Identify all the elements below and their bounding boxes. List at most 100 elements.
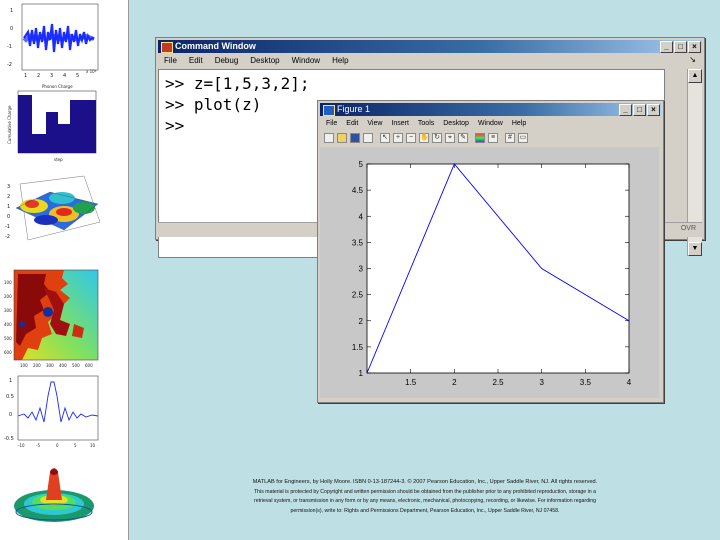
scroll-up-icon[interactable]: ▲ xyxy=(688,69,702,83)
x-tick-label: 3.5 xyxy=(580,378,592,387)
plot-axes-box xyxy=(366,163,630,374)
histogram-y-label: Cumulative Charge xyxy=(7,105,12,144)
fractal-y-tick: 100 xyxy=(4,280,12,285)
surface-z-tick: 2 xyxy=(7,194,10,200)
menu-desktop[interactable]: Desktop xyxy=(250,54,279,67)
menu-edit[interactable]: Edit xyxy=(189,54,203,67)
figure-window-title: Figure 1 xyxy=(337,104,371,114)
maximize-button[interactable]: □ xyxy=(633,104,646,116)
close-button[interactable]: × xyxy=(647,104,660,116)
command-window-titlebar[interactable]: Command Window _ □ × xyxy=(158,40,702,53)
open-icon[interactable] xyxy=(337,132,347,143)
sinc-y-tick: -0.5 xyxy=(4,436,14,442)
pan-icon[interactable]: ✋ xyxy=(419,132,429,143)
fractal-y-tick: 300 xyxy=(4,308,12,313)
close-button[interactable]: × xyxy=(688,41,701,53)
histogram-x-label: step xyxy=(54,157,63,162)
y-tick-label: 5 xyxy=(359,160,364,169)
y-tick-label: 1 xyxy=(359,369,364,378)
sinc-y-tick: 1 xyxy=(9,378,12,384)
command-line: >> z=[1,5,3,2]; xyxy=(165,74,310,93)
sinc-x-tick: -5 xyxy=(36,443,40,448)
data-cursor-icon[interactable]: ⌖ xyxy=(445,132,455,143)
figure-toolbar: ↖ + − ✋ ↻ ⌖ ✎ ≡ # ▭ xyxy=(320,130,661,145)
copyright-line: This material is protected by Copyright … xyxy=(254,488,596,495)
fractal-y-tick: 400 xyxy=(4,322,12,327)
waveform-x-tick: 1 xyxy=(24,73,27,79)
x-tick-label: 3 xyxy=(539,378,544,387)
menu-edit[interactable]: Edit xyxy=(346,117,358,130)
undock-icon[interactable]: ↘ xyxy=(689,55,696,64)
rotate-icon[interactable]: ↻ xyxy=(432,132,442,143)
y-tick-label: 3 xyxy=(359,265,364,274)
waveform-x-tick: 2 xyxy=(37,73,40,79)
menu-window[interactable]: Window xyxy=(292,54,320,67)
copyright-line: permission(s), write to: Rights and Perm… xyxy=(290,507,560,514)
y-tick-label: 2.5 xyxy=(352,291,364,300)
surface-z-tick: -2 xyxy=(5,234,10,240)
colorbar-icon[interactable] xyxy=(475,132,485,143)
plot-tools-icon[interactable]: ▭ xyxy=(518,132,528,143)
menu-insert[interactable]: Insert xyxy=(391,117,409,130)
sinc-x-tick: 0 xyxy=(56,443,59,448)
scroll-down-icon[interactable]: ▼ xyxy=(688,242,702,256)
waveform-y-tick: -2 xyxy=(7,62,12,68)
save-icon[interactable] xyxy=(350,132,360,143)
waveform-x-tick: 5 xyxy=(76,73,79,79)
menu-help[interactable]: Help xyxy=(512,117,526,130)
menu-view[interactable]: View xyxy=(367,117,382,130)
arrow-icon[interactable]: ↖ xyxy=(380,132,390,143)
command-window-menubar: File Edit Debug Desktop Window Help xyxy=(158,54,702,67)
menu-file[interactable]: File xyxy=(164,54,177,67)
minimize-button[interactable]: _ xyxy=(619,104,632,116)
menu-debug[interactable]: Debug xyxy=(215,54,239,67)
figure-icon xyxy=(323,105,335,116)
histogram-title: Phonon Charge xyxy=(42,84,73,89)
y-tick-label: 4.5 xyxy=(352,186,364,195)
brush-icon[interactable]: ✎ xyxy=(458,132,468,143)
sinc-x-tick: 5 xyxy=(74,443,77,448)
surface-z-tick: 0 xyxy=(7,214,10,220)
thumbnail-strip: 1 0 -1 -2 1 2 3 4 5 x 10⁴ Phonon Charge … xyxy=(0,0,129,540)
waveform-y-tick: -1 xyxy=(7,44,12,50)
waveform-y-tick: 1 xyxy=(10,8,13,14)
surface-z-tick: -1 xyxy=(5,224,10,230)
fractal-thumbnail: 100 200 300 400 500 600 100 200 300 400 … xyxy=(4,264,102,370)
fractal-x-tick: 400 xyxy=(59,363,67,368)
minimize-button[interactable]: _ xyxy=(660,41,673,53)
zoom-out-icon[interactable]: − xyxy=(406,132,416,143)
figure-plot-area[interactable]: 1.5 2 2.5 3 3.5 4 1 1.5 2 2.5 3 3.5 4 4.5 5 xyxy=(320,147,659,398)
y-tick-label: 4 xyxy=(359,212,364,221)
command-prompt[interactable]: >> xyxy=(165,116,184,135)
menu-file[interactable]: File xyxy=(326,117,337,130)
figure-menubar: File Edit View Insert Tools Desktop Wind… xyxy=(320,117,661,130)
fractal-x-tick: 600 xyxy=(85,363,93,368)
sinc-thumbnail: 1 0.5 0 -0.5 -10 -5 0 5 10 xyxy=(4,372,102,450)
menu-help[interactable]: Help xyxy=(332,54,348,67)
surface-thumbnail: 3 2 1 0 -1 -2 xyxy=(4,168,102,256)
command-line: >> plot(z) xyxy=(165,95,262,114)
sinc-y-tick: 0 xyxy=(9,412,12,418)
new-icon[interactable] xyxy=(324,132,334,143)
figure-window[interactable]: Figure 1 _ □ × File Edit View Insert Too… xyxy=(317,100,664,403)
surface-z-tick: 1 xyxy=(7,204,10,210)
sombrero-thumbnail xyxy=(8,460,104,532)
maximize-button[interactable]: □ xyxy=(674,41,687,53)
grid-icon[interactable]: # xyxy=(505,132,515,143)
figure-window-titlebar[interactable]: Figure 1 _ □ × xyxy=(320,103,661,116)
menu-window[interactable]: Window xyxy=(478,117,503,130)
x-tick-label: 4 xyxy=(627,378,632,387)
waveform-x-tick: 3 xyxy=(50,73,53,79)
histogram-thumbnail: Phonon Charge Cumulative Charge step xyxy=(4,82,100,164)
menu-desktop[interactable]: Desktop xyxy=(443,117,469,130)
print-icon[interactable] xyxy=(363,132,373,143)
overwrite-indicator: OVR xyxy=(680,225,696,232)
fractal-x-tick: 200 xyxy=(33,363,41,368)
sinc-y-tick: 0.5 xyxy=(6,394,14,400)
matlab-icon xyxy=(161,42,173,53)
zoom-in-icon[interactable]: + xyxy=(393,132,403,143)
legend-icon[interactable]: ≡ xyxy=(488,132,498,143)
fractal-x-tick: 500 xyxy=(72,363,80,368)
fractal-x-tick: 300 xyxy=(46,363,54,368)
menu-tools[interactable]: Tools xyxy=(418,117,434,130)
